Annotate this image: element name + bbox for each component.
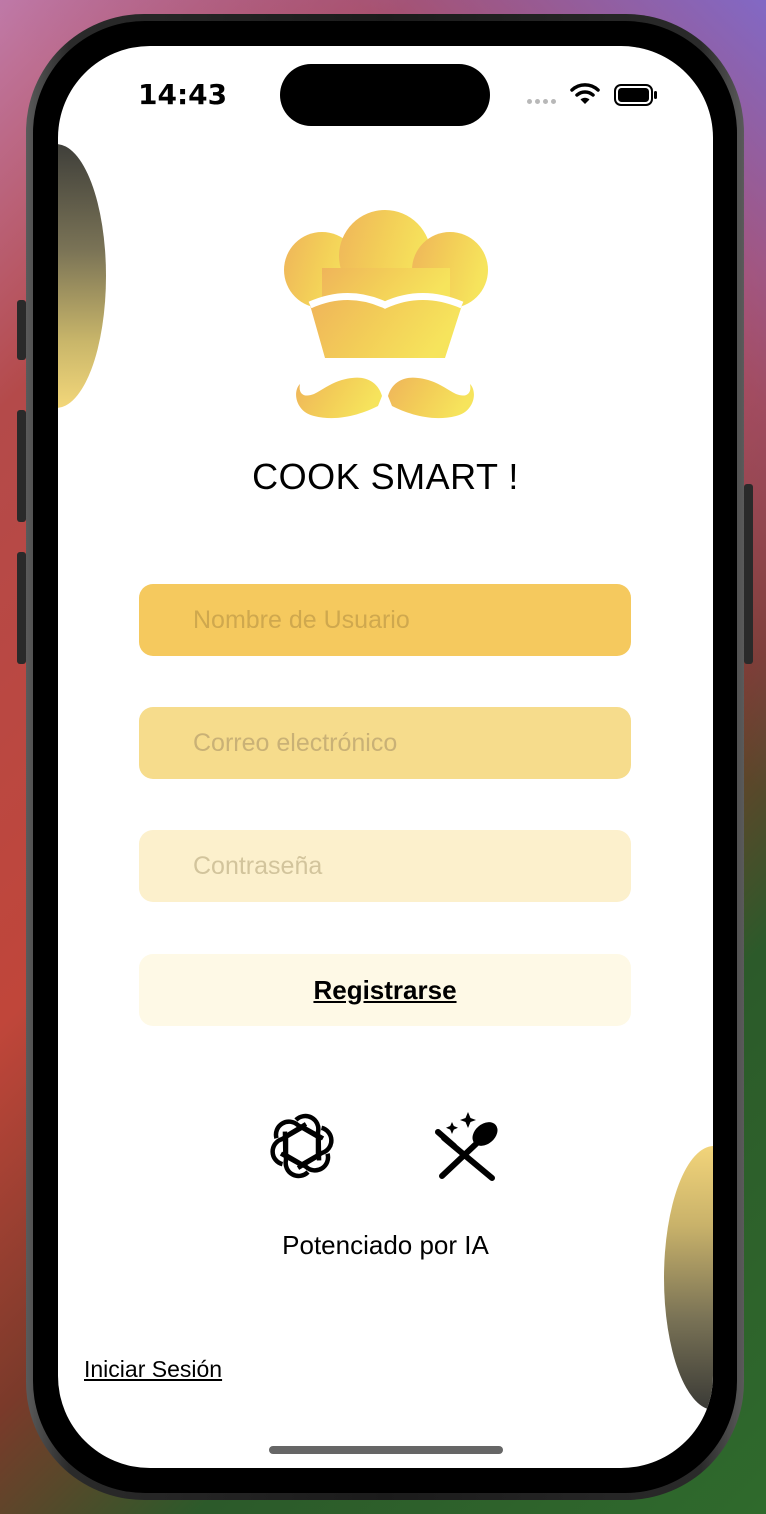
chef-hat-mustache-logo bbox=[284, 210, 488, 419]
volume-up-button bbox=[17, 410, 26, 522]
powered-by-label: Potenciado por IA bbox=[282, 1230, 489, 1260]
status-time: 14:43 bbox=[138, 78, 228, 111]
username-input[interactable] bbox=[139, 584, 631, 656]
login-link[interactable]: Iniciar Sesión bbox=[84, 1356, 222, 1383]
openai-icon bbox=[270, 1113, 334, 1179]
action-button bbox=[17, 300, 26, 360]
phone-screen: 14:43 COOK SMART ! Registrarse bbox=[58, 46, 713, 1468]
dynamic-island bbox=[280, 64, 490, 126]
battery-icon bbox=[614, 84, 657, 106]
password-input[interactable] bbox=[139, 830, 631, 902]
signal-dots-icon bbox=[527, 99, 556, 104]
power-button bbox=[744, 484, 753, 664]
email-input[interactable] bbox=[139, 707, 631, 779]
magic-cooking-utensils-icon bbox=[435, 1112, 498, 1181]
volume-down-button bbox=[17, 552, 26, 664]
app-title: COOK SMART ! bbox=[252, 456, 519, 497]
wifi-icon bbox=[570, 83, 600, 104]
home-indicator[interactable] bbox=[269, 1446, 503, 1454]
decorative-blob-left bbox=[58, 144, 106, 408]
register-button[interactable]: Registrarse bbox=[139, 954, 631, 1026]
decorative-blob-right bbox=[664, 1146, 713, 1410]
